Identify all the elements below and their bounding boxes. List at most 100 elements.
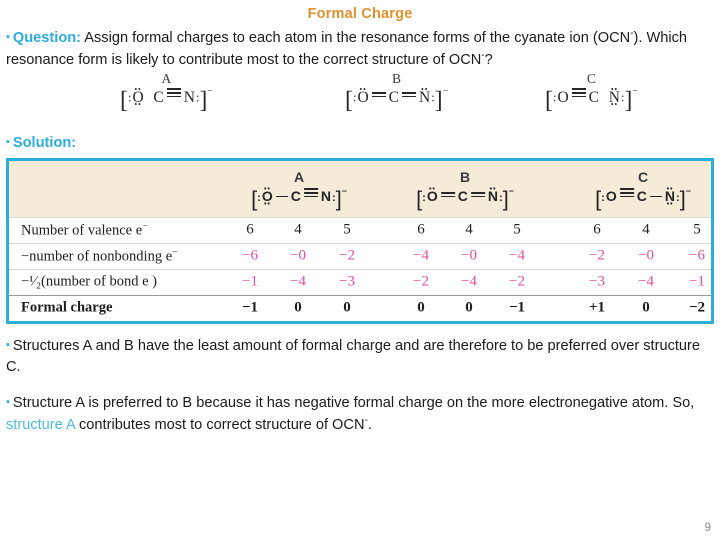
resonance-form-b-formula: [:O •• C N ••:]−: [345, 84, 449, 114]
question-text-3: ?: [484, 51, 493, 68]
resonance-form-b-letter: B: [392, 71, 402, 87]
bond-single: [649, 195, 662, 198]
question-block: ▪ Question: Assign formal charges to each…: [0, 27, 720, 70]
atom-c: C: [457, 188, 468, 205]
cell-value: 5: [693, 221, 701, 238]
row-label-formal-charge: Formal charge: [21, 299, 113, 316]
cell-value: +1: [588, 299, 606, 316]
bond-double: [440, 191, 455, 198]
bond-single: [275, 195, 288, 198]
table-row: −¹⁄₂(number of bond e ) −1 −4 −3 −2 −4 −…: [9, 268, 711, 295]
atom-n: N •• ••: [664, 184, 676, 208]
solution-block: ▪ Solution:: [0, 133, 720, 154]
conclusion-second: ▪ Structure A is preferred to B because i…: [0, 393, 720, 435]
cell-value: −1: [508, 299, 526, 316]
atom-n: N ••: [419, 84, 431, 106]
cell-value: 5: [513, 221, 521, 238]
atom-n: N •• ••: [608, 84, 620, 110]
atom-n: N: [320, 188, 332, 205]
bond-double: [371, 92, 386, 98]
cell-value: −6: [689, 247, 705, 264]
table-row: Formal charge −1 0 0 0 0 −1 +1 0 −2: [9, 294, 711, 321]
cell-value: −1: [689, 273, 705, 290]
question-text-1: Assign formal charges to each atom in th…: [81, 29, 631, 46]
resonance-form-a-letter: A: [161, 71, 172, 87]
table-row: −number of nonbonding e− −6 −0 −2 −4 −0 …: [9, 242, 711, 269]
conclusion-first-text: Structures A and B have the least amount…: [6, 337, 701, 375]
resonance-form-a-formula: [:O •• •• C N:]−: [120, 84, 213, 114]
cell-value: 4: [294, 221, 302, 238]
cell-value: −0: [290, 247, 306, 264]
square-bullet-icon: ▪: [6, 396, 10, 409]
cell-value: 0: [642, 299, 650, 316]
bond-triple: [166, 88, 181, 98]
table-row: Number of valence e− 6 4 5 6 4 5 6 4 5: [9, 216, 711, 243]
cell-value: −3: [589, 273, 605, 290]
atom-o: O ••: [357, 84, 369, 106]
page-title: Formal Charge: [307, 6, 413, 22]
atom-c: C: [153, 88, 164, 106]
cell-value: 4: [465, 221, 473, 238]
table-structure-b: [:O •• C N ••:]−: [416, 184, 514, 212]
slide-number: 9: [704, 522, 711, 534]
cell-value: 0: [417, 299, 425, 316]
cell-value: 0: [465, 299, 473, 316]
resonance-form-c: C [:O C N •• ••:]−: [545, 72, 638, 112]
cell-value: −6: [242, 247, 258, 264]
resonance-form-b: B [:O •• C N ••:]−: [345, 72, 448, 112]
atom-o: O: [605, 188, 617, 205]
conclusion-second-text-after: contributes most to correct structure of…: [74, 416, 365, 433]
cell-value: −1: [242, 273, 258, 290]
cell-value: −1: [241, 299, 259, 316]
cell-value: 6: [417, 221, 425, 238]
cell-value: 6: [246, 221, 254, 238]
row-label-valence: Number of valence e−: [21, 220, 148, 239]
table-col-letter-c: C: [637, 168, 649, 185]
solution-label: Solution:: [12, 135, 77, 152]
atom-c: C: [388, 88, 399, 106]
question-label: Question:: [12, 29, 82, 46]
atom-o: O ••: [426, 184, 438, 205]
cell-value: 6: [593, 221, 601, 238]
resonance-structures-row: A [:O •• •• C N:]− B [:O •• C N ••:]− C [:O C N •…: [0, 72, 720, 124]
cell-value: 0: [343, 299, 351, 316]
resonance-form-a: A [:O •• •• C N:]−: [120, 72, 213, 112]
cell-value: 4: [642, 221, 650, 238]
cell-value: −0: [638, 247, 654, 264]
square-bullet-icon: ▪: [6, 30, 10, 43]
atom-c: C: [636, 188, 647, 205]
atom-n: N ••: [487, 184, 499, 205]
conclusion-first: ▪ Structures A and B have the least amoun…: [0, 336, 720, 377]
conclusion-highlight: structure A: [6, 416, 75, 433]
square-bullet-icon: ▪: [6, 136, 10, 149]
cell-value: 0: [294, 299, 302, 316]
conclusion-second-text-before: Structure A is preferred to B because it…: [12, 395, 695, 412]
table-col-letter-b: B: [459, 168, 471, 185]
cell-value: −3: [339, 273, 355, 290]
conclusion-second-text-end: .: [367, 416, 372, 433]
atom-c: C: [588, 88, 599, 106]
row-label-half-bond: −¹⁄₂(number of bond e ): [21, 273, 157, 290]
atom-o: O •• ••: [261, 184, 273, 208]
table-header-row: A B C [:O •• •• C N:]− [:O •• C N ••:]− [:O C N •• •…: [9, 160, 711, 217]
cell-value: −2: [589, 247, 605, 264]
bond-double: [470, 191, 485, 198]
cell-value: −4: [638, 273, 654, 290]
atom-n: N: [183, 88, 195, 106]
cell-value: −2: [339, 247, 355, 264]
bond-double: [402, 92, 416, 98]
table-structure-c: [:O C N •• ••:]−: [595, 184, 691, 212]
cell-value: −4: [461, 273, 477, 290]
cell-value: −2: [688, 299, 706, 316]
bond-triple: [571, 88, 586, 98]
cell-value: −2: [413, 273, 429, 290]
row-label-nonbonding: −number of nonbonding e−: [21, 246, 178, 265]
cell-value: −4: [509, 247, 525, 264]
table-structure-a: [:O •• •• C N:]−: [251, 184, 347, 212]
cell-value: −2: [509, 273, 525, 290]
cell-value: −4: [290, 273, 306, 290]
formal-charge-table: A B C [:O •• •• C N:]− [:O •• C N ••:]− [:O C N •• •…: [6, 157, 714, 324]
resonance-form-c-letter: C: [586, 71, 596, 87]
resonance-form-c-formula: [:O C N •• ••:]−: [545, 84, 638, 114]
atom-o: O •• ••: [132, 84, 144, 110]
